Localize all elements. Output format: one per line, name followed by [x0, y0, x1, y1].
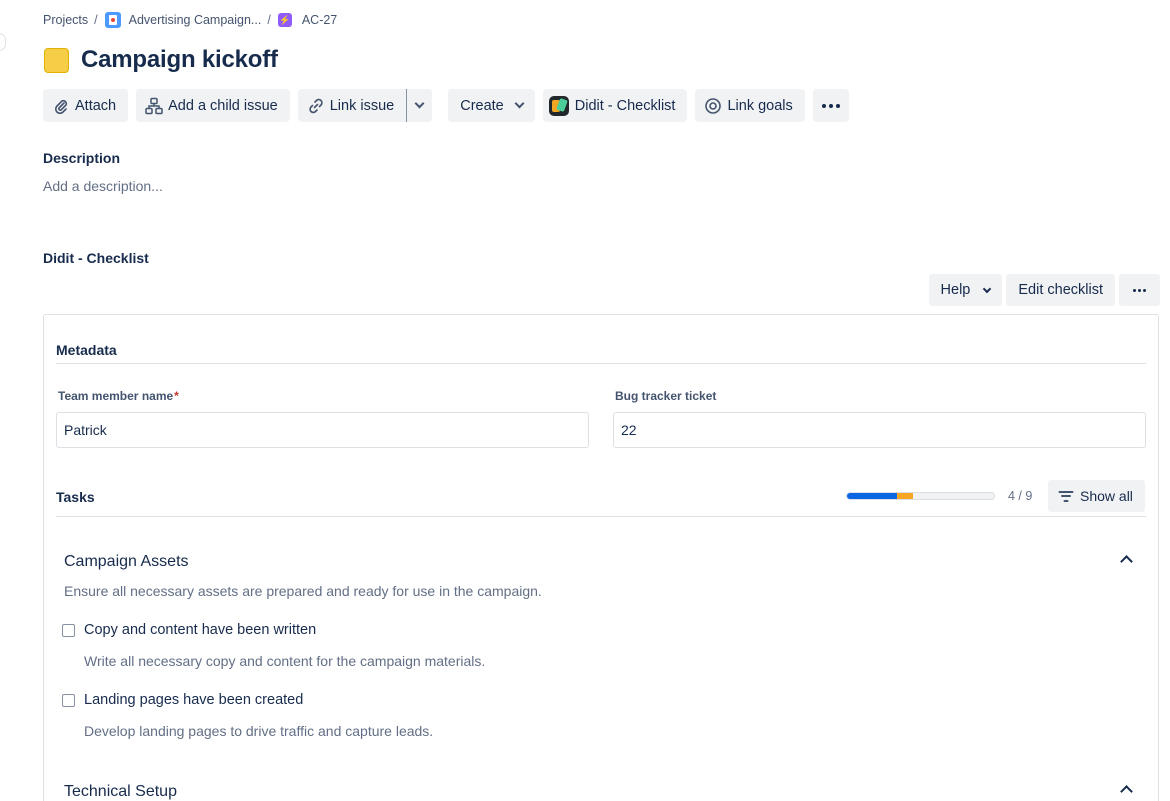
breadcrumb-projects-link[interactable]: Projects [43, 13, 88, 27]
hierarchy-icon [145, 97, 163, 115]
task-item: Landing pages have been created [62, 692, 303, 708]
required-marker: * [174, 389, 179, 403]
checklist-controls: Help Edit checklist [925, 274, 1160, 306]
breadcrumb: Projects / Advertising Campaign... / ⚡ A… [43, 11, 337, 29]
chevron-down-icon [414, 98, 425, 109]
more-horizontal-icon [1133, 288, 1146, 292]
metadata-heading: Metadata [56, 342, 117, 358]
team-member-name-label-text: Team member name [58, 389, 174, 403]
chevron-down-icon [514, 98, 525, 109]
task-label: Landing pages have been created [84, 692, 304, 708]
divider [56, 516, 1146, 517]
breadcrumb-separator: / [267, 13, 271, 27]
help-label: Help [940, 282, 971, 298]
team-member-name-field[interactable]: Patrick [56, 412, 589, 448]
tasks-progress-bar [846, 492, 995, 500]
add-child-issue-button[interactable]: Add a child issue [136, 89, 290, 122]
progress-warn-segment [896, 493, 914, 499]
checklist-heading: Didit - Checklist [43, 250, 149, 266]
issue-type-icon[interactable] [44, 47, 69, 73]
filter-icon [1058, 490, 1073, 502]
breadcrumb-issue-link[interactable]: AC-27 [302, 13, 337, 27]
description-heading: Description [43, 150, 121, 166]
sidebar-collapse-handle[interactable] [0, 33, 6, 51]
bug-tracker-ticket-label: Bug tracker ticket [615, 389, 717, 403]
issue-toolbar: Attach Add a child issue Link issue Crea… [43, 89, 857, 122]
paperclip-icon [52, 97, 70, 115]
attach-button[interactable]: Attach [43, 89, 129, 122]
progress-done-segment [847, 493, 897, 499]
issue-header: Campaign kickoff [44, 46, 278, 74]
link-goals-button[interactable]: Link goals [695, 89, 805, 122]
task-description: Write all necessary copy and content for… [84, 653, 486, 669]
didit-checklist-button[interactable]: Didit - Checklist [542, 89, 688, 122]
issue-title[interactable]: Campaign kickoff [81, 46, 278, 74]
more-horizontal-icon [821, 103, 840, 108]
link-icon [307, 97, 325, 115]
tasks-heading: Tasks [56, 489, 95, 505]
create-label: Create [460, 97, 504, 114]
task-label: Copy and content have been written [84, 622, 317, 638]
task-group-description: Ensure all necessary assets are prepared… [64, 583, 542, 599]
description-input[interactable]: Add a description... [43, 178, 163, 194]
breadcrumb-project-link[interactable]: Advertising Campaign... [129, 13, 262, 27]
create-button[interactable]: Create [448, 89, 535, 122]
issue-type-icon: ⚡ [277, 13, 292, 27]
task-checkbox[interactable] [62, 693, 75, 707]
attach-label: Attach [75, 97, 117, 114]
team-member-name-label: Team member name* [58, 389, 179, 403]
didit-checklist-label: Didit - Checklist [574, 97, 676, 114]
show-all-button[interactable]: Show all [1048, 480, 1145, 512]
link-issue-button[interactable]: Link issue [297, 89, 408, 122]
edit-checklist-button[interactable]: Edit checklist [1006, 274, 1115, 306]
task-group-title: Campaign Assets [64, 553, 189, 570]
tasks-progress-count: 4 / 9 [1008, 489, 1033, 503]
breadcrumb-separator: / [94, 13, 98, 27]
edit-checklist-label: Edit checklist [1018, 282, 1103, 298]
help-button[interactable]: Help [928, 274, 1003, 306]
task-description: Develop landing pages to drive traffic a… [84, 723, 434, 739]
more-actions-button[interactable] [812, 89, 849, 122]
task-checkbox[interactable] [62, 623, 75, 637]
divider [56, 363, 1146, 364]
chevron-down-icon [983, 284, 992, 293]
bug-tracker-ticket-field[interactable]: 22 [613, 412, 1146, 448]
link-goals-label: Link goals [727, 97, 793, 114]
task-item: Copy and content have been written [62, 622, 316, 638]
target-icon [704, 97, 722, 115]
link-issue-label: Link issue [329, 97, 395, 114]
chevron-up-icon[interactable] [1120, 555, 1133, 568]
show-all-label: Show all [1080, 488, 1133, 504]
link-issue-dropdown-button[interactable] [407, 89, 433, 122]
didit-logo-icon [548, 95, 569, 116]
checklist-panel: Metadata Team member name* Patrick Bug t… [43, 314, 1159, 801]
checklist-more-button[interactable] [1119, 274, 1160, 306]
add-child-issue-label: Add a child issue [168, 97, 278, 114]
task-group-title: Technical Setup [64, 783, 177, 800]
chevron-up-icon[interactable] [1120, 785, 1133, 798]
project-avatar-icon [104, 12, 121, 28]
